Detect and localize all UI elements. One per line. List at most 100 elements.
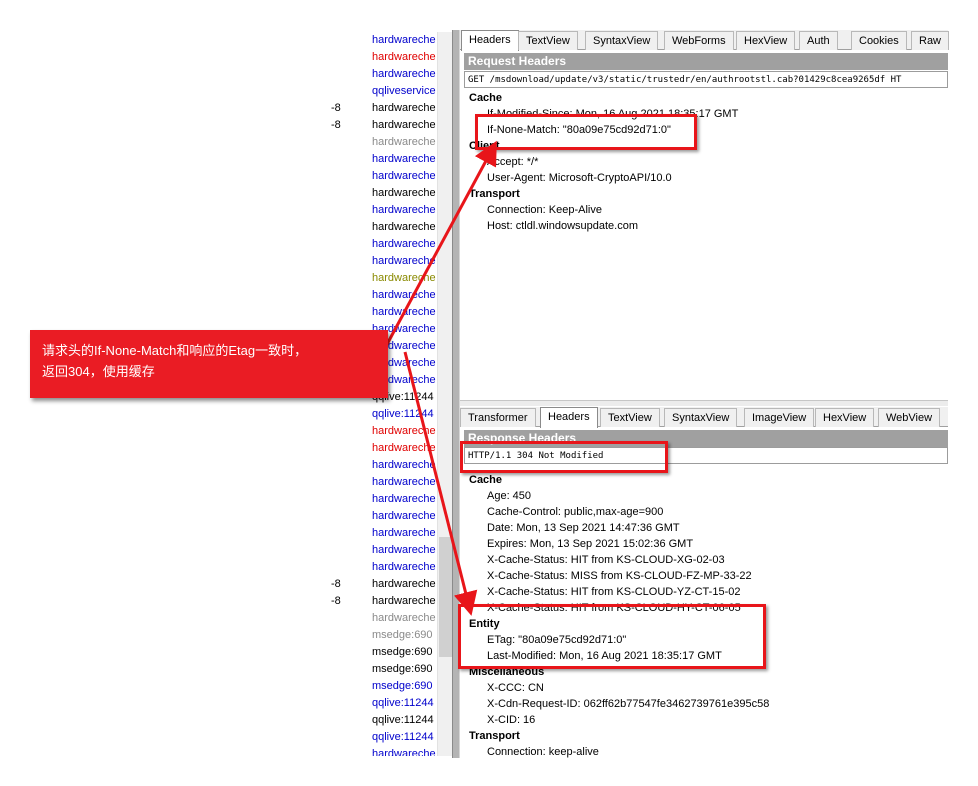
session-row[interactable]: hardwareche bbox=[320, 66, 438, 83]
header-group-cache[interactable]: Cache bbox=[469, 90, 502, 106]
session-row[interactable]: hardwareche bbox=[320, 457, 438, 474]
tab-syntaxview[interactable]: SyntaxView bbox=[585, 31, 659, 50]
session-row[interactable]: hardwareche bbox=[320, 168, 438, 185]
tab-transformer[interactable]: Transformer bbox=[460, 408, 536, 427]
entity-highlight bbox=[458, 604, 766, 669]
session-row-host: hardwareche bbox=[372, 289, 436, 301]
session-row[interactable]: qqlive:11244 bbox=[320, 712, 438, 729]
tab-raw[interactable]: Raw bbox=[911, 31, 950, 50]
session-row[interactable]: msedge:690 bbox=[320, 627, 438, 644]
session-row-host: hardwareche bbox=[372, 170, 436, 182]
tab-headers[interactable]: Headers bbox=[461, 30, 519, 51]
session-row-host: hardwareche bbox=[372, 51, 436, 63]
session-row-prefix: -8 bbox=[331, 595, 341, 607]
annotation-line-1: 请求头的If-None-Match和响应的Etag一致时， bbox=[42, 343, 308, 358]
session-row-host: hardwareche bbox=[372, 425, 436, 437]
header-item[interactable]: Age: 450 bbox=[487, 488, 531, 504]
header-item[interactable]: X-Cache-Status: MISS from KS-CLOUD-FZ-MP… bbox=[487, 568, 752, 584]
header-item[interactable]: X-Cache-Status: HIT from KS-CLOUD-YZ-CT-… bbox=[487, 584, 740, 600]
session-row[interactable]: msedge:690 bbox=[320, 678, 438, 695]
header-group-transport[interactable]: Transport bbox=[469, 728, 520, 744]
scrollbar-thumb[interactable] bbox=[439, 537, 452, 657]
session-row[interactable]: hardwareche bbox=[320, 491, 438, 508]
session-row[interactable]: hardwareche bbox=[320, 236, 438, 253]
session-row[interactable]: hardwareche bbox=[320, 440, 438, 457]
tab-textview[interactable]: TextView bbox=[518, 31, 578, 50]
tab-syntaxview[interactable]: SyntaxView bbox=[664, 408, 738, 427]
session-row[interactable]: -8 hardwareche bbox=[320, 576, 438, 593]
session-row[interactable]: hardwareche bbox=[320, 508, 438, 525]
session-row-host: qqliveservice bbox=[372, 85, 436, 97]
session-row[interactable]: hardwareche bbox=[320, 610, 438, 627]
session-row-host: hardwareche bbox=[372, 510, 436, 522]
header-item[interactable]: X-CCC: CN bbox=[487, 680, 544, 696]
session-row[interactable]: -8 hardwareche bbox=[320, 593, 438, 610]
session-list-scrollbar[interactable] bbox=[437, 32, 452, 756]
header-item[interactable]: Date: Mon, 13 Sep 2021 14:47:36 GMT bbox=[487, 520, 680, 536]
tab-webview[interactable]: WebView bbox=[878, 408, 941, 427]
header-group-cache[interactable]: Cache bbox=[469, 472, 502, 488]
header-item[interactable]: Accept: */* bbox=[487, 154, 538, 170]
session-row[interactable]: hardwareche bbox=[320, 542, 438, 559]
header-item[interactable]: Expires: Mon, 13 Sep 2021 15:02:36 GMT bbox=[487, 536, 693, 552]
session-row[interactable]: hardwareche bbox=[320, 474, 438, 491]
header-item[interactable]: Cache-Control: public,max-age=900 bbox=[487, 504, 663, 520]
session-row-host: hardwareche bbox=[372, 493, 436, 505]
session-row[interactable]: hardwareche bbox=[320, 559, 438, 576]
header-item[interactable]: Connection: keep-alive bbox=[487, 744, 599, 760]
session-row[interactable]: hardwareche bbox=[320, 219, 438, 236]
session-row-host: hardwareche bbox=[372, 476, 436, 488]
inspector-divider[interactable] bbox=[460, 400, 948, 406]
tab-auth[interactable]: Auth bbox=[799, 31, 838, 50]
session-row[interactable]: hardwareche bbox=[320, 151, 438, 168]
request-line: GET /msdownload/update/v3/static/trusted… bbox=[464, 71, 948, 88]
session-row[interactable]: qqlive:11244 bbox=[320, 695, 438, 712]
session-row[interactable]: hardwareche bbox=[320, 134, 438, 151]
header-item[interactable]: User-Agent: Microsoft-CryptoAPI/10.0 bbox=[487, 170, 672, 186]
session-row-host: hardwareche bbox=[372, 221, 436, 233]
header-item[interactable]: Connection: Keep-Alive bbox=[487, 202, 602, 218]
session-row-host: hardwareche bbox=[372, 153, 436, 165]
header-item[interactable]: X-Cache-Status: HIT from KS-CLOUD-XG-02-… bbox=[487, 552, 725, 568]
session-row-host: hardwareche bbox=[372, 102, 436, 114]
annotation-callout: 请求头的If-None-Match和响应的Etag一致时， 返回304，使用缓存 bbox=[30, 330, 388, 398]
session-row[interactable]: hardwareche bbox=[320, 304, 438, 321]
session-row[interactable]: hardwareche bbox=[320, 423, 438, 440]
session-row[interactable]: qqlive:11244 bbox=[320, 729, 438, 746]
header-item[interactable]: X-CID: 16 bbox=[487, 712, 535, 728]
session-row-host: hardwareche bbox=[372, 34, 436, 46]
session-row-host: msedge:690 bbox=[372, 629, 433, 641]
tab-cookies[interactable]: Cookies bbox=[851, 31, 907, 50]
session-row[interactable]: hardwareche bbox=[320, 202, 438, 219]
tab-webforms[interactable]: WebForms bbox=[664, 31, 734, 50]
session-row[interactable]: -8 hardwareche bbox=[320, 117, 438, 134]
session-row[interactable]: msedge:690 bbox=[320, 644, 438, 661]
tab-hexview[interactable]: HexView bbox=[736, 31, 796, 50]
session-row[interactable]: hardwareche bbox=[320, 49, 438, 66]
tab-imageview[interactable]: ImageView bbox=[744, 408, 815, 427]
header-item[interactable]: X-Cdn-Request-ID: 062ff62b77547fe3462739… bbox=[487, 696, 769, 712]
session-row[interactable]: qqlive:11244 bbox=[320, 406, 438, 423]
tab-hexview[interactable]: HexView bbox=[815, 408, 875, 427]
session-row[interactable]: hardwareche bbox=[320, 185, 438, 202]
session-row-host: hardwareche bbox=[372, 306, 436, 318]
session-row-host: hardwareche bbox=[372, 578, 436, 590]
session-row-host: hardwareche bbox=[372, 748, 436, 756]
session-row[interactable]: qqliveservice bbox=[320, 83, 438, 100]
session-row[interactable]: hardwareche bbox=[320, 32, 438, 49]
session-row-prefix: -8 bbox=[331, 102, 341, 114]
session-row-host: hardwareche bbox=[372, 238, 436, 250]
tab-headers[interactable]: Headers bbox=[540, 407, 598, 428]
session-row[interactable]: hardwareche bbox=[320, 287, 438, 304]
session-row[interactable]: hardwareche bbox=[320, 253, 438, 270]
session-row[interactable]: -8 hardwareche bbox=[320, 100, 438, 117]
session-row-host: hardwareche bbox=[372, 544, 436, 556]
request-headers-title: Request Headers bbox=[464, 53, 948, 70]
header-group-transport[interactable]: Transport bbox=[469, 186, 520, 202]
tab-textview[interactable]: TextView bbox=[600, 408, 660, 427]
header-item[interactable]: Host: ctldl.windowsupdate.com bbox=[487, 218, 638, 234]
session-row[interactable]: msedge:690 bbox=[320, 661, 438, 678]
session-row[interactable]: hardwareche bbox=[320, 746, 438, 756]
session-row[interactable]: hardwareche bbox=[320, 525, 438, 542]
session-row[interactable]: hardwareche bbox=[320, 270, 438, 287]
